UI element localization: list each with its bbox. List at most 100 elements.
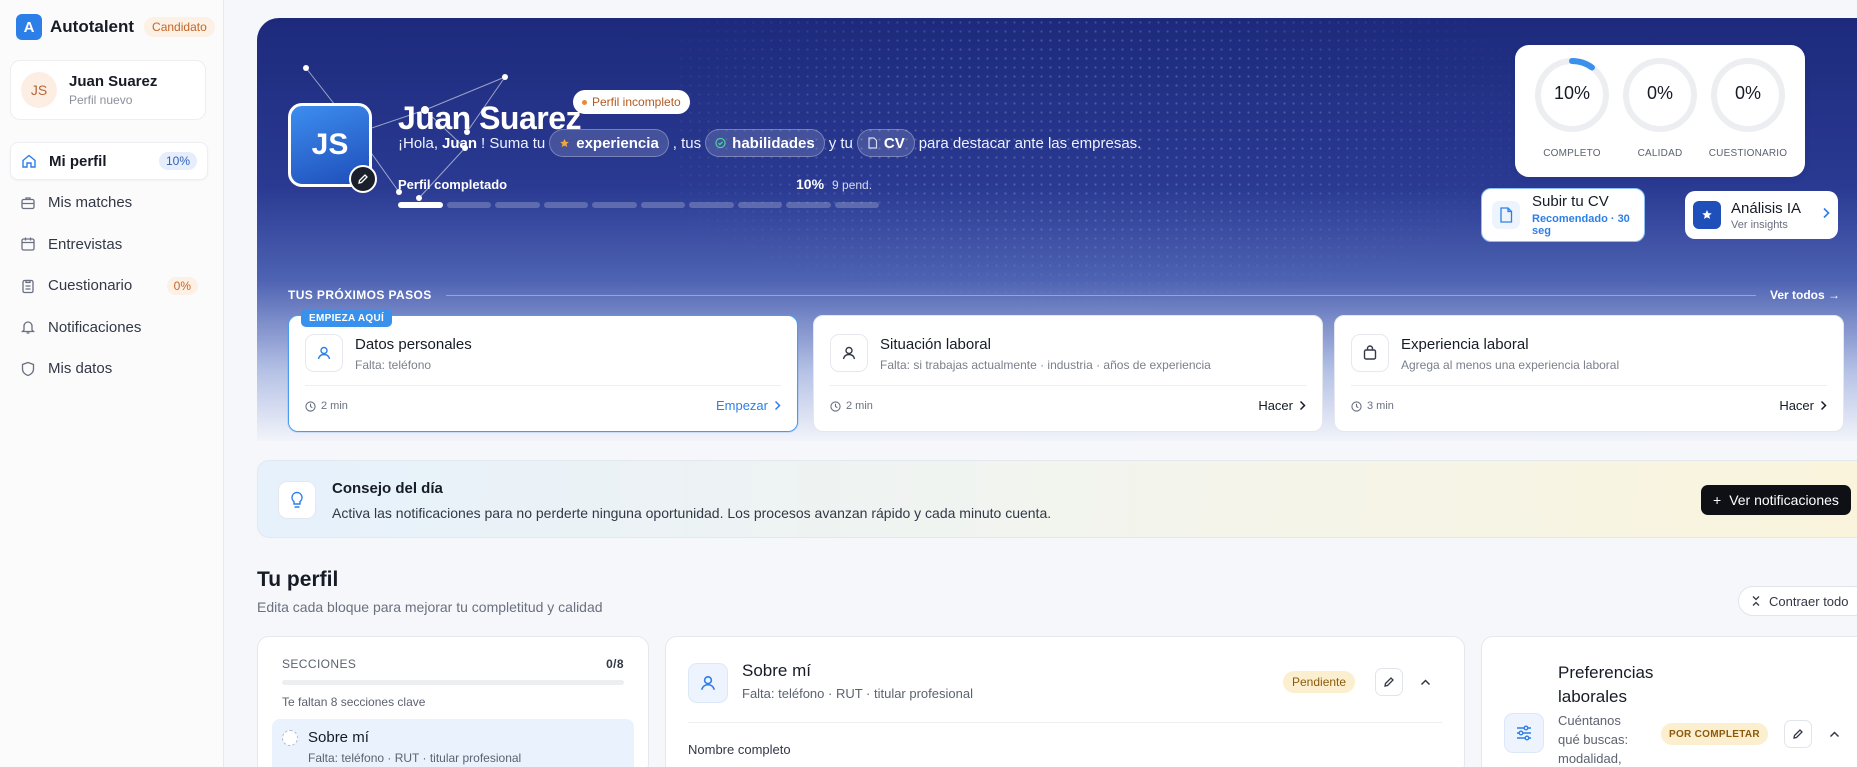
sidebar-item-label: Cuestionario — [48, 277, 133, 294]
chevron-right-icon — [774, 400, 781, 411]
pencil-icon — [1793, 729, 1803, 739]
hero-greeting: ¡Hola, Juan! Suma tu experiencia , tus h… — [398, 128, 1141, 158]
step-action-button[interactable]: Hacer — [1258, 398, 1306, 413]
next-steps-header: TUS PRÓXIMOS PASOS Ver todos → — [288, 288, 1840, 302]
sidebar-item-mis-datos[interactable]: Mis datos — [10, 350, 208, 388]
progress-segment — [786, 202, 831, 208]
step-action-label: Empezar — [715, 398, 768, 413]
stats-card: 10% COMPLETO 0% CALIDAD 0% CUESTIONARIO — [1515, 45, 1805, 177]
progress-segment — [689, 202, 734, 208]
sidebar-item-cuestionario[interactable]: Cuestionario 0% — [10, 267, 208, 305]
progress-segment — [592, 202, 637, 208]
step-action-button[interactable]: Hacer — [1779, 398, 1827, 413]
step-time-text: 2 min — [321, 400, 348, 412]
lightbulb-icon — [278, 481, 316, 519]
collapse-card-button[interactable] — [1415, 672, 1435, 692]
greeting-mid: ! Suma tu — [481, 134, 546, 152]
star-icon — [559, 138, 570, 149]
collapse-all-button[interactable]: Contraer todo — [1738, 586, 1857, 616]
card-subtitle: Falta: teléfono · RUT · titular profesio… — [742, 686, 973, 701]
clock-icon — [830, 400, 841, 412]
tip-text: Activa las notificaciones para no perder… — [332, 505, 1052, 521]
ai-title: Análisis IA — [1731, 199, 1802, 217]
step-card-datos-personales[interactable]: EMPIEZA AQUÍ Datos personales Falta: tel… — [288, 309, 798, 432]
brand-logo: A — [16, 14, 42, 40]
step-action-button[interactable]: Empezar — [716, 398, 781, 413]
shield-icon — [21, 361, 35, 376]
step-title: Situación laboral — [880, 336, 991, 353]
card-subtitle: Cuéntanos qué buscas: modalidad, — [1558, 713, 1629, 766]
sidebar-item-label: Mis matches — [48, 194, 133, 211]
collapse-card-button[interactable] — [1824, 724, 1844, 744]
progress-pending: 9 pend. — [832, 178, 873, 192]
sliders-icon — [1504, 713, 1544, 753]
step-action-label: Hacer — [1258, 398, 1293, 413]
divider — [305, 385, 781, 386]
upload-cv-button[interactable]: Subir tu CV Recomendado · 30 seg — [1481, 188, 1645, 242]
step-action-label: Hacer — [1779, 398, 1814, 413]
pencil-icon — [1384, 677, 1394, 687]
sidebar-item-mi-perfil[interactable]: Mi perfil 10% — [10, 142, 208, 180]
nav-badge: 0% — [166, 276, 198, 295]
chip-label: habilidades — [732, 134, 815, 152]
tip-of-the-day-banner: Consejo del día Activa las notificacione… — [257, 460, 1857, 538]
sidebar-item-label: Entrevistas — [48, 235, 123, 253]
chevron-up-icon — [1420, 678, 1430, 685]
edit-button[interactable] — [1784, 720, 1812, 748]
ai-analysis-button[interactable]: Análisis IA Ver insights — [1685, 191, 1838, 239]
user-card[interactable]: JS Juan Suarez Perfil nuevo — [10, 60, 206, 120]
cv-chip[interactable]: CV — [856, 129, 915, 157]
cv-title: Subir tu CV — [1532, 193, 1609, 210]
step-subtitle: Falta: si trabajas actualmente · industr… — [880, 358, 1211, 372]
sidebar-item-label: Notificaciones — [48, 318, 142, 336]
sections-count: 0/8 — [606, 657, 624, 671]
edit-button[interactable] — [1375, 668, 1403, 696]
job-preferences-card: Preferencias laborales Cuéntanos qué bus… — [1481, 636, 1857, 767]
view-notifications-button[interactable]: + Ver notificaciones — [1701, 485, 1851, 515]
section-item-subtitle: Falta: teléfono · RUT · titular profesio… — [308, 751, 522, 765]
stat-label: CUESTIONARIO — [1708, 148, 1788, 159]
sidebar-item-mis-matches[interactable]: Mis matches — [10, 184, 208, 222]
step-card-experiencia-laboral[interactable]: Experiencia laboral Agrega al menos una … — [1334, 315, 1844, 432]
pencil-icon — [358, 174, 368, 184]
to-complete-badge: POR COMPLETAR — [1661, 723, 1768, 745]
sections-progress-bar — [282, 680, 624, 685]
progress-segment — [834, 202, 879, 208]
step-title: Datos personales — [355, 336, 472, 353]
greeting-name: Juan — [442, 134, 478, 152]
user-icon — [305, 334, 343, 372]
card-title: Sobre mí — [742, 661, 811, 680]
view-all-link[interactable]: Ver todos → — [1770, 288, 1840, 302]
avatar-edit-button[interactable] — [349, 165, 377, 193]
button-label: Ver notificaciones — [1729, 492, 1839, 508]
step-title: Experiencia laboral — [1401, 336, 1529, 353]
sidebar-item-label: Mi perfil — [49, 152, 107, 170]
ai-subtitle: Ver insights — [1731, 218, 1788, 231]
sidebar-item-label: Mis datos — [48, 360, 113, 377]
step-card-situacion-laboral[interactable]: Situación laboral Falta: si trabajas act… — [813, 315, 1323, 432]
skills-chip[interactable]: habilidades — [705, 129, 825, 157]
chevron-right-icon — [1822, 206, 1830, 224]
sidebar-item-notificaciones[interactable]: Notificaciones — [10, 308, 208, 346]
person-icon — [830, 334, 868, 372]
experience-chip[interactable]: experiencia — [549, 129, 669, 157]
sidebar-item-entrevistas[interactable]: Entrevistas — [10, 225, 208, 263]
greeting-sep1: , tus — [672, 134, 702, 152]
stat-cuestionario: 0% CUESTIONARIO — [1703, 56, 1793, 159]
stat-value: 0% — [1646, 83, 1673, 103]
chevron-right-icon — [1299, 400, 1306, 411]
brand[interactable]: A Autotalent Candidato — [16, 14, 215, 40]
status-circle-icon — [282, 730, 298, 746]
profile-status-badge: Perfil incompleto — [573, 90, 690, 114]
file-icon — [1492, 201, 1520, 229]
pending-badge: Pendiente — [1283, 671, 1356, 693]
stat-ring: 0% — [1709, 56, 1787, 134]
progress-segments — [398, 202, 879, 208]
status-text: Perfil incompleto — [592, 95, 681, 109]
section-item-title: Sobre mí — [308, 729, 369, 746]
brand-name: Autotalent — [50, 17, 135, 36]
progress-segment — [737, 202, 782, 208]
step-duration: 2 min — [830, 400, 873, 412]
section-item-sobre-mi[interactable]: Sobre mí Falta: teléfono · RUT · titular… — [272, 719, 634, 767]
collapse-icon — [1752, 596, 1760, 606]
